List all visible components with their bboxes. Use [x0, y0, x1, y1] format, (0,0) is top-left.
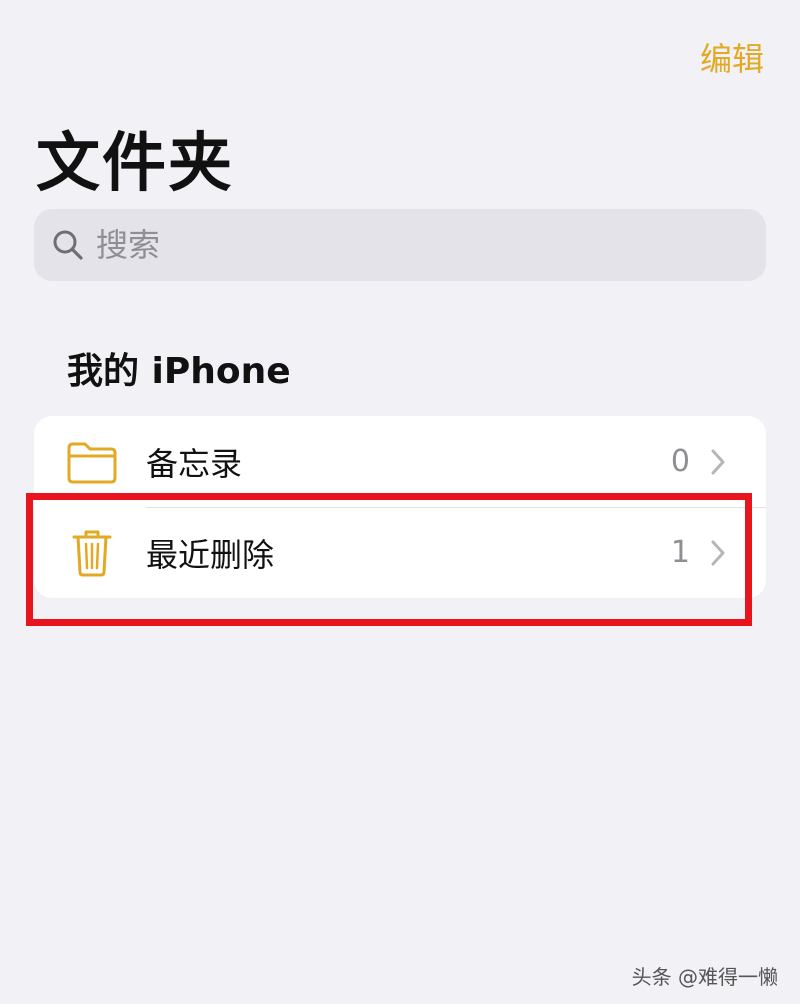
- folder-icon: [62, 432, 122, 492]
- chevron-right-icon: [708, 447, 728, 477]
- search-bar[interactable]: [34, 209, 766, 281]
- watermark: 头条 @难得一懒: [631, 965, 778, 989]
- folder-row-notes[interactable]: 备忘录 0: [34, 416, 766, 507]
- folder-label: 备忘录: [146, 444, 243, 483]
- edit-button[interactable]: 编辑: [700, 34, 764, 80]
- chevron-right-icon: [708, 538, 728, 568]
- folder-list: 备忘录 0 最近删除 1: [34, 416, 766, 598]
- section-title: 我的 iPhone: [67, 351, 291, 392]
- folders-screen: 编辑 文件夹 我的 iPhone 备忘录 0: [0, 0, 800, 1004]
- folder-label: 最近删除: [146, 535, 275, 574]
- trash-icon: [62, 523, 122, 583]
- search-input[interactable]: [96, 226, 696, 264]
- folder-row-recently-deleted[interactable]: 最近删除 1: [34, 507, 766, 598]
- page-title: 文件夹: [36, 127, 234, 201]
- folder-count: 1: [670, 535, 690, 570]
- search-icon: [50, 227, 86, 263]
- folder-count: 0: [670, 444, 690, 479]
